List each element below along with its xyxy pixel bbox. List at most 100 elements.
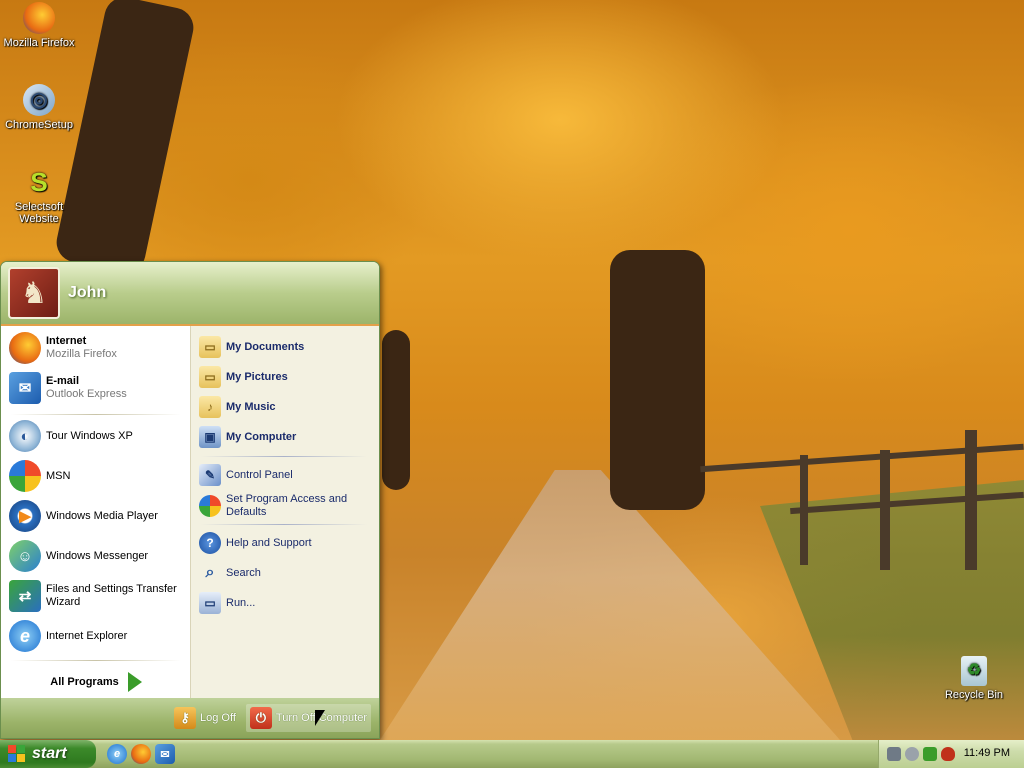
recent-item-media-player[interactable]: ▶ Windows Media Player xyxy=(9,500,187,532)
right-item-help[interactable]: ? Help and Support xyxy=(199,532,375,554)
firefox-icon xyxy=(23,2,55,34)
right-item-control-panel[interactable]: ✎ Control Panel xyxy=(199,464,375,486)
volume-icon[interactable] xyxy=(905,747,919,761)
right-item-label: Help and Support xyxy=(226,537,312,549)
wallpaper-fence xyxy=(800,455,808,565)
log-off-button[interactable]: ⚷ Log Off xyxy=(170,704,240,732)
start-menu-header: ♞ John xyxy=(1,262,379,326)
pinned-item-email[interactable]: ✉ E-mail Outlook Express xyxy=(9,372,187,404)
recent-item-label: Tour Windows XP xyxy=(46,429,133,442)
wallpaper-tree-trunk xyxy=(382,330,410,490)
desktop-icon-label: Selectsoft Website xyxy=(14,201,64,225)
mouse-cursor xyxy=(315,710,325,726)
right-item-program-access[interactable]: Set Program Access and Defaults xyxy=(199,493,375,519)
log-off-label: Log Off xyxy=(200,712,236,724)
pinned-item-title: Internet xyxy=(46,335,87,347)
right-item-label: Set Program Access and Defaults xyxy=(226,493,348,518)
recent-item-tour-windows-xp[interactable]: ◐ Tour Windows XP xyxy=(9,420,187,452)
separator xyxy=(201,524,367,525)
separator xyxy=(11,660,181,661)
right-item-search[interactable]: ⌕ Search xyxy=(199,562,375,584)
key-icon: ⚷ xyxy=(174,707,197,729)
recycle-bin-icon: ♻ xyxy=(961,656,987,686)
folder-icon: ♪ xyxy=(199,396,221,418)
pinned-item-title: E-mail xyxy=(46,375,80,387)
firefox-icon[interactable] xyxy=(131,744,151,764)
wallpaper-fence xyxy=(965,430,977,570)
internet-explorer-icon: e xyxy=(9,620,41,652)
turn-off-computer-button[interactable]: ⏻ Turn Off Computer xyxy=(245,704,371,732)
desktop-icon-label: Recycle Bin xyxy=(944,689,1004,701)
wallpaper-fence xyxy=(880,450,890,570)
user-name: John xyxy=(68,284,107,301)
chrome-setup-icon: ◎ xyxy=(23,84,55,116)
search-icon: ⌕ xyxy=(205,564,215,581)
recent-item-messenger[interactable]: ☺ Windows Messenger xyxy=(9,540,187,572)
desktop-icon-label: ChromeSetup xyxy=(5,119,73,131)
network-icon[interactable] xyxy=(887,747,901,761)
recent-item-transfer-wizard[interactable]: ⇄ Files and Settings Transfer Wizard xyxy=(9,580,187,612)
recent-item-label: Windows Media Player xyxy=(46,509,158,522)
folder-icon: ▭ xyxy=(199,366,221,388)
messenger-icon: ☺ xyxy=(9,540,41,572)
computer-icon: ▣ xyxy=(199,426,221,448)
separator xyxy=(201,456,367,457)
start-label: start xyxy=(32,745,67,762)
pinned-item-internet[interactable]: Internet Mozilla Firefox xyxy=(9,332,187,364)
tour-windows-xp-icon: ◐ xyxy=(9,420,41,452)
start-menu: ♞ John Internet Mozilla Firefox ✉ E-mail… xyxy=(0,261,380,739)
right-item-label: Control Panel xyxy=(226,469,293,481)
pinned-item-subtitle: Outlook Express xyxy=(46,388,127,400)
separator xyxy=(11,414,181,415)
firefox-icon xyxy=(9,332,41,364)
recent-item-label: Windows Messenger xyxy=(46,549,149,562)
right-item-label: My Documents xyxy=(226,341,305,353)
taskbar: start e ✉ 11:49 PM xyxy=(0,740,1024,768)
power-icon: ⏻ xyxy=(249,707,272,729)
transfer-wizard-icon: ⇄ xyxy=(9,580,41,612)
outlook-express-icon[interactable]: ✉ xyxy=(155,744,175,764)
media-player-icon: ▶ xyxy=(9,500,41,532)
program-access-icon xyxy=(199,495,221,517)
right-item-label: Run... xyxy=(226,597,256,609)
right-item-label: My Computer xyxy=(226,431,297,443)
green-arrow-icon xyxy=(127,672,142,692)
all-programs-button[interactable]: All Programs xyxy=(1,666,191,698)
windows-flag-icon xyxy=(8,745,26,763)
security-shield-icon[interactable] xyxy=(941,747,955,761)
help-icon: ? xyxy=(199,532,221,554)
desktop-icon-recycle-bin[interactable]: ♻ Recycle Bin xyxy=(935,656,1013,701)
quick-launch: e ✉ xyxy=(107,744,179,764)
start-menu-left-column: Internet Mozilla Firefox ✉ E-mail Outloo… xyxy=(1,326,191,698)
recent-item-label: Internet Explorer xyxy=(46,629,128,642)
right-item-my-pictures[interactable]: ▭ My Pictures xyxy=(199,366,375,388)
selectsoft-icon: S xyxy=(30,167,48,197)
right-item-label: My Music xyxy=(226,401,276,413)
recent-item-label: Files and Settings Transfer Wizard xyxy=(46,583,177,608)
msn-butterfly-icon xyxy=(9,460,41,492)
desktop-icon-firefox[interactable]: Mozilla Firefox xyxy=(0,2,78,49)
right-item-my-music[interactable]: ♪ My Music xyxy=(199,396,375,418)
start-menu-right-column: ▭ My Documents ▭ My Pictures ♪ My Music … xyxy=(191,326,379,698)
start-button[interactable]: start xyxy=(0,740,96,768)
recent-item-label: MSN xyxy=(46,469,71,482)
all-programs-label: All Programs xyxy=(50,676,119,688)
right-item-label: Search xyxy=(226,567,261,579)
right-item-label: My Pictures xyxy=(226,371,288,383)
right-item-my-computer[interactable]: ▣ My Computer xyxy=(199,426,375,448)
right-item-my-documents[interactable]: ▭ My Documents xyxy=(199,336,375,358)
recent-item-msn[interactable]: MSN xyxy=(9,460,187,492)
user-avatar[interactable]: ♞ xyxy=(8,267,60,319)
safely-remove-icon[interactable] xyxy=(923,747,937,761)
recent-item-internet-explorer[interactable]: e Internet Explorer xyxy=(9,620,187,652)
outlook-express-icon: ✉ xyxy=(9,372,41,404)
run-icon: ▭ xyxy=(199,592,221,614)
clock[interactable]: 11:49 PM xyxy=(964,747,1010,759)
wallpaper-tree-trunk xyxy=(610,250,705,510)
right-item-run[interactable]: ▭ Run... xyxy=(199,592,375,614)
control-panel-icon: ✎ xyxy=(199,464,221,486)
desktop-icon-chromesetup[interactable]: ◎ ChromeSetup xyxy=(0,84,78,131)
desktop-icon-selectsoft[interactable]: S Selectsoft Website xyxy=(0,166,78,225)
internet-explorer-icon[interactable]: e xyxy=(107,744,127,764)
desktop-icon-label: Mozilla Firefox xyxy=(3,37,75,49)
